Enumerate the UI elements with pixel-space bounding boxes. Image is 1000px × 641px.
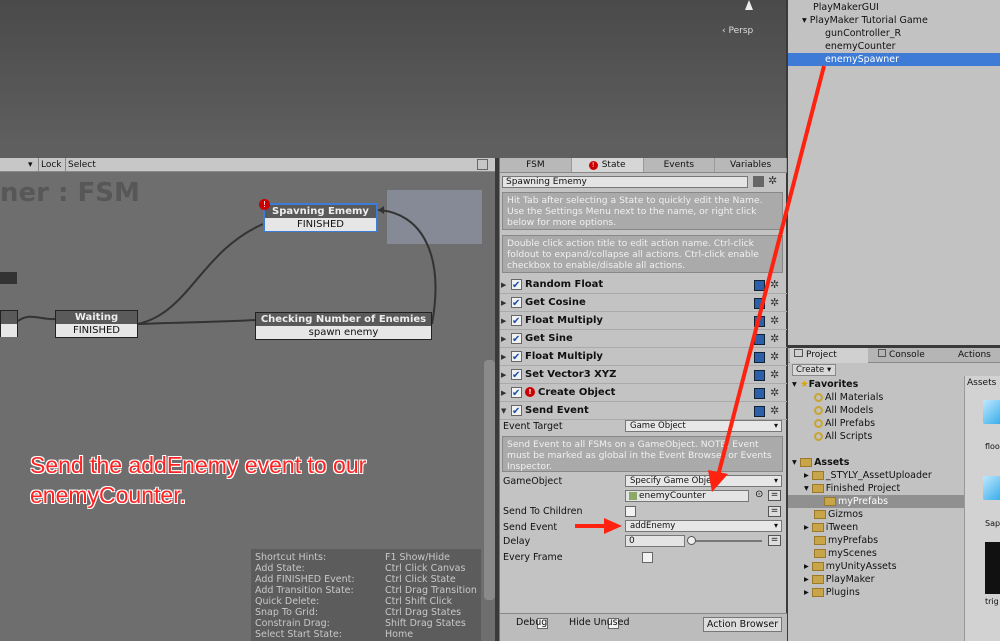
folder-icon: [811, 523, 824, 532]
tab-label: Console: [889, 350, 925, 360]
folder-icon: [811, 575, 824, 584]
folder-item[interactable]: ▸ PlayMaker: [804, 573, 875, 586]
favorites-label: Favorites: [808, 379, 859, 390]
create-label: Create: [796, 365, 825, 375]
search-icon: [814, 393, 823, 402]
folder-item[interactable]: Gizmos: [814, 508, 863, 521]
tab-console[interactable]: Console: [878, 348, 925, 363]
prefab-icon[interactable]: [983, 476, 1000, 500]
favorite-label: All Materials: [825, 392, 884, 403]
favorite-item[interactable]: All Prefabs: [814, 417, 875, 430]
favorite-label: All Scripts: [825, 431, 873, 442]
folder-label: _STYLY_AssetUploader: [825, 470, 932, 481]
tab-label: Project: [806, 350, 837, 360]
favorite-item[interactable]: All Models: [814, 404, 873, 417]
folder-label: myScenes: [828, 548, 877, 559]
folder-item[interactable]: myPrefabs: [814, 534, 878, 547]
folder-icon: [811, 471, 824, 480]
folder-icon: [824, 497, 836, 506]
folder-label: myPrefabs: [828, 535, 879, 546]
folder-icon: [811, 562, 824, 571]
folder-item-selected[interactable]: myPrefabs: [788, 495, 964, 508]
project-icon: [794, 349, 803, 357]
asset-thumbnail[interactable]: [985, 542, 1000, 594]
tab-actions[interactable]: Actions: [958, 348, 991, 363]
folder-label: myUnityAssets: [825, 561, 897, 572]
folder-label: Finished Project: [825, 483, 901, 494]
folder-icon: [800, 458, 813, 467]
folder-item[interactable]: ▸ myUnityAssets: [804, 560, 897, 573]
favorite-item[interactable]: All Scripts: [814, 430, 872, 443]
folder-icon: [814, 510, 826, 519]
assets-header[interactable]: ▾ Assets: [792, 456, 849, 469]
folder-label: myPrefabs: [838, 496, 889, 507]
star-icon: ★: [800, 379, 809, 390]
assets-grid-header: Assets: [967, 378, 997, 388]
folder-icon: [811, 588, 824, 597]
favorite-label: All Prefabs: [825, 418, 876, 429]
tab-project[interactable]: Project: [790, 348, 868, 363]
prefab-icon[interactable]: [983, 400, 1000, 424]
folder-item[interactable]: ▾ Finished Project: [804, 482, 900, 495]
search-icon: [814, 406, 823, 415]
assets-label: Assets: [814, 457, 850, 468]
folder-icon: [814, 549, 826, 558]
create-dropdown[interactable]: Create ▾: [792, 364, 836, 376]
folder-icon: [811, 484, 824, 493]
assets-grid: Assets floo Sap trig: [964, 376, 1000, 641]
favorite-item[interactable]: All Materials: [814, 391, 883, 404]
favorite-label: All Models: [825, 405, 874, 416]
console-icon: [878, 349, 886, 357]
asset-label: floo: [985, 442, 1000, 451]
project-tabs: Project Console Actions: [788, 348, 1000, 363]
folder-item[interactable]: ▸ iTween: [804, 521, 858, 534]
folder-item[interactable]: ▸ Plugins: [804, 586, 860, 599]
folder-label: Plugins: [825, 587, 860, 598]
search-icon: [814, 419, 823, 428]
folder-label: PlayMaker: [825, 574, 875, 585]
folder-item[interactable]: ▸ _STYLY_AssetUploader: [804, 469, 932, 482]
asset-label: Sap: [985, 519, 1000, 528]
favorites-header[interactable]: ▾ ★Favorites: [792, 378, 858, 391]
search-icon: [814, 432, 823, 441]
folder-label: iTween: [825, 522, 859, 533]
asset-label: trig: [985, 597, 999, 606]
folder-item[interactable]: myScenes: [814, 547, 877, 560]
folder-icon: [814, 536, 826, 545]
folder-label: Gizmos: [828, 509, 864, 520]
